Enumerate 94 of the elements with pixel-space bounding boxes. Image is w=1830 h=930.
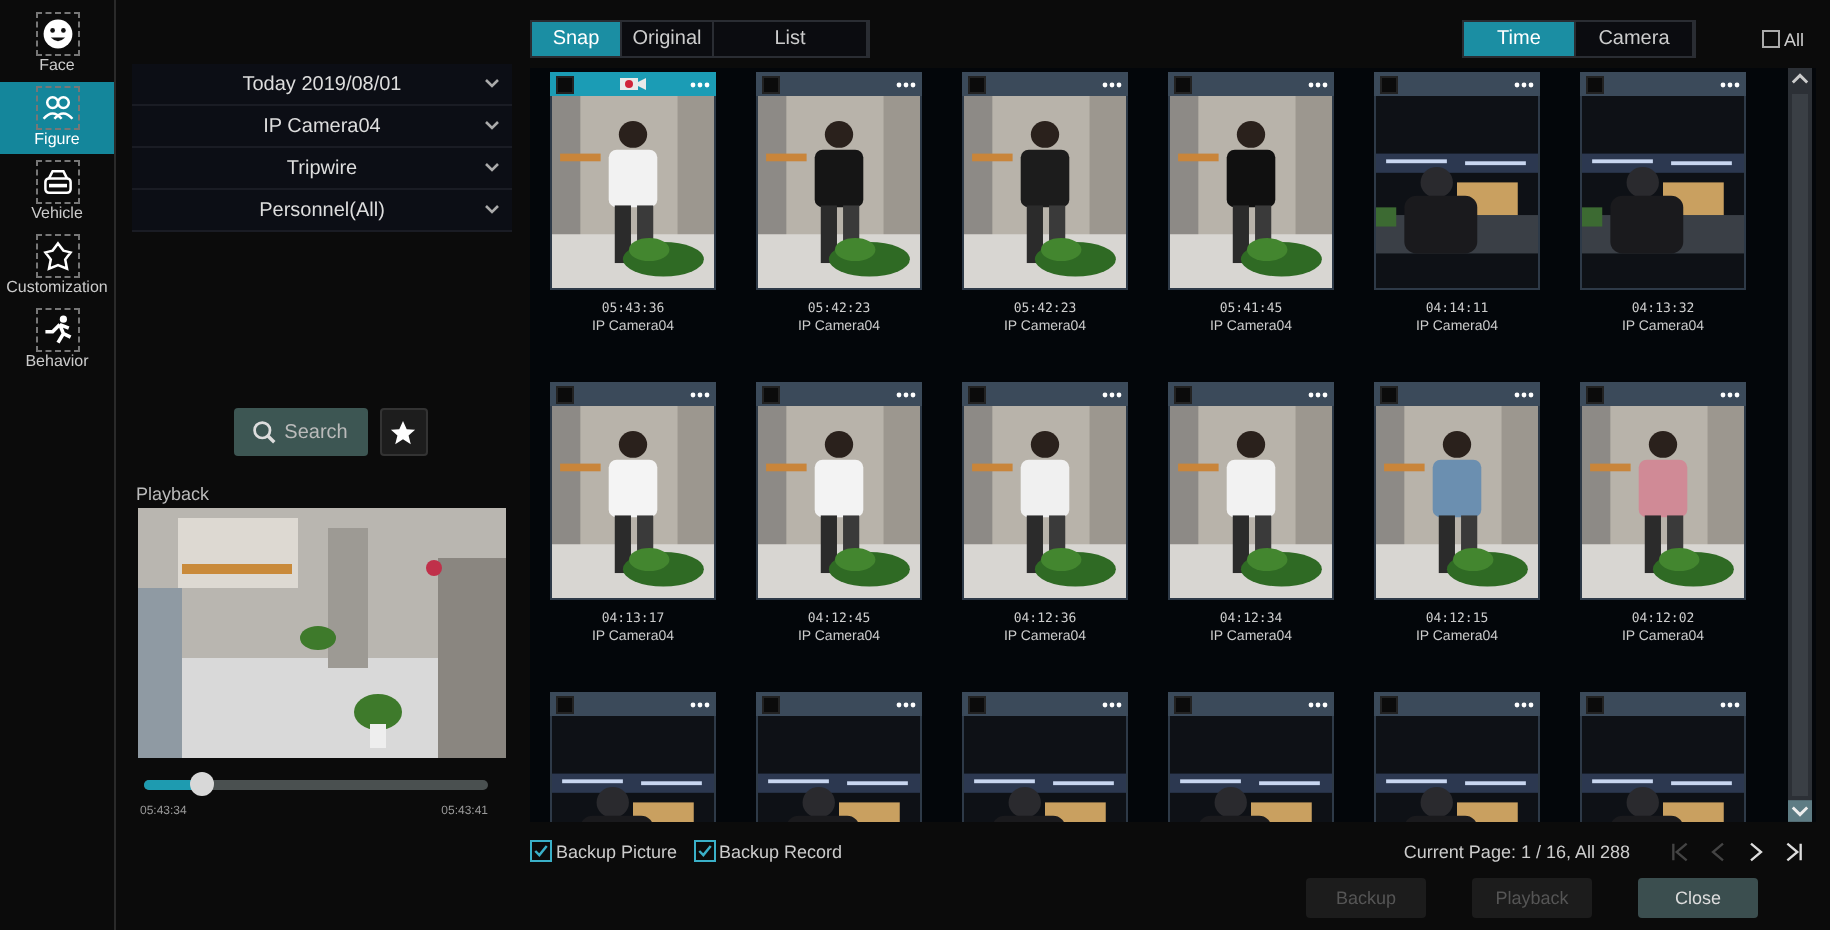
checkbox[interactable] [762,75,780,93]
last-page-icon[interactable] [1784,839,1804,863]
more-icon[interactable] [896,391,916,397]
nav-item[interactable]: Behavior [0,304,114,376]
favorite-button[interactable] [379,408,427,456]
more-icon[interactable] [1102,701,1122,707]
more-icon[interactable] [1308,701,1328,707]
tab[interactable]: Snap [532,22,622,56]
more-icon[interactable] [1514,81,1534,87]
thumbnail-header[interactable] [1580,692,1746,716]
checkbox[interactable] [968,695,986,713]
checkbox[interactable] [556,695,574,713]
more-icon[interactable] [1720,81,1740,87]
dropdown[interactable]: IP Camera04 [132,106,512,148]
checkbox[interactable] [1380,75,1398,93]
checkbox[interactable] [762,385,780,403]
running-person-icon [39,312,75,348]
checkbox-label: All [1783,29,1804,49]
checkbox[interactable] [1586,695,1604,713]
thumbnail-header[interactable] [1374,72,1540,96]
thumbnail-header[interactable] [756,72,922,96]
dropdown[interactable]: Today 2019/08/01 [132,64,512,106]
search-icon [252,420,277,444]
thumbnail-header[interactable] [1580,382,1746,406]
thumbnail-header[interactable] [962,692,1128,716]
thumbnail-header[interactable] [1168,72,1334,96]
thumbnail-header[interactable] [1374,382,1540,406]
chevron-down-icon [484,204,500,214]
checkbox[interactable] [1586,385,1604,403]
scrollbar[interactable] [1788,68,1812,822]
star-icon [390,419,416,445]
car-icon [39,164,75,200]
checkbox[interactable] [1174,75,1192,93]
checkbox[interactable] [968,75,986,93]
next-page-icon[interactable] [1746,839,1766,863]
checkbox[interactable] [1174,695,1192,713]
more-icon[interactable] [1308,391,1328,397]
checkbox-label: Backup Picture [556,841,678,861]
checkbox[interactable] [530,840,552,862]
more-icon[interactable] [896,701,916,707]
dropdown[interactable]: Tripwire [132,148,512,190]
thumbnail-header[interactable] [962,72,1128,96]
thumbnail-header[interactable] [1374,692,1540,716]
more-icon[interactable] [1308,81,1328,87]
tab[interactable]: Original [622,22,714,56]
more-icon[interactable] [896,81,916,87]
section-label: Playback [136,484,212,504]
checkbox[interactable] [1380,695,1398,713]
thumbnail-header[interactable] [756,382,922,406]
tab[interactable]: List [714,22,868,56]
more-icon[interactable] [1514,391,1534,397]
thumbnail-header[interactable] [962,382,1128,406]
chevron-down-icon [484,120,500,130]
checkbox[interactable] [1380,385,1398,403]
nav-item[interactable]: Vehicle [0,156,114,228]
checkbox-label: Backup Record [719,841,843,861]
thumbnail-header[interactable] [1168,692,1334,716]
more-icon[interactable] [1514,701,1534,707]
checkbox[interactable] [556,385,574,403]
smiley-icon [39,16,75,52]
scroll-down-icon[interactable] [1788,800,1812,822]
chevron-down-icon [484,78,500,88]
thumbnail-header[interactable] [756,692,922,716]
tab[interactable]: Time [1463,22,1576,56]
thumbnail-header[interactable] [550,692,716,716]
nav-item[interactable]: Customization [0,230,114,302]
thumbnail-header[interactable] [1168,382,1334,406]
checkbox[interactable] [1586,75,1604,93]
more-icon[interactable] [690,701,710,707]
action-button[interactable]: Close [1638,878,1758,918]
video-camera-icon [619,76,645,92]
more-icon[interactable] [690,391,710,397]
page-info: Current Page: 1 / 16, All 288 [1403,841,1630,861]
checkbox[interactable] [968,385,986,403]
checkbox[interactable] [556,75,574,93]
checkbox[interactable] [1761,30,1780,48]
checkbox[interactable] [762,695,780,713]
more-icon[interactable] [1102,81,1122,87]
dropdown[interactable]: Personnel(All) [132,190,512,232]
more-icon[interactable] [1720,391,1740,397]
nav-item[interactable]: Face [0,8,114,80]
checkbox[interactable] [693,840,716,862]
more-icon[interactable] [1102,391,1122,397]
thumbnail-header[interactable] [1580,72,1746,96]
search-button[interactable]: Search [233,408,367,456]
thumbnail-header[interactable] [550,72,716,96]
slider-thumb[interactable] [190,772,215,796]
tab[interactable]: Camera [1575,22,1694,56]
thumbnail-header[interactable] [550,382,716,406]
chevron-down-icon [484,162,500,172]
people-icon [39,90,75,126]
checkbox[interactable] [1174,385,1192,403]
nav-item[interactable]: Figure [0,82,114,154]
more-icon[interactable] [1720,701,1740,707]
